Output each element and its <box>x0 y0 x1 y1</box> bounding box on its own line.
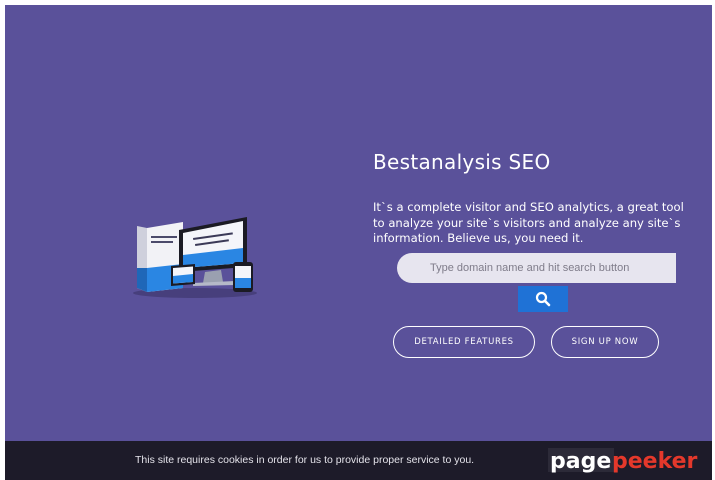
hero-description: It`s a complete visitor and SEO analytic… <box>373 200 684 245</box>
product-illustration <box>133 217 257 298</box>
cookie-notice-text: This site requires cookies in order for … <box>135 454 475 466</box>
search-icon <box>535 291 551 307</box>
sign-up-button[interactable]: SIGN UP NOW <box>551 326 659 358</box>
detailed-features-button[interactable]: DETAILED FEATURES <box>393 326 535 358</box>
domain-search-input[interactable] <box>397 253 676 283</box>
search-button[interactable] <box>518 286 568 312</box>
pagepeeker-logo: page peeker <box>546 445 708 474</box>
logo-part-peeker: peeker <box>612 449 698 474</box>
logo-part-page: page <box>550 449 611 474</box>
page-title: Bestanalysis SEO <box>373 150 551 174</box>
search-box <box>397 253 676 283</box>
